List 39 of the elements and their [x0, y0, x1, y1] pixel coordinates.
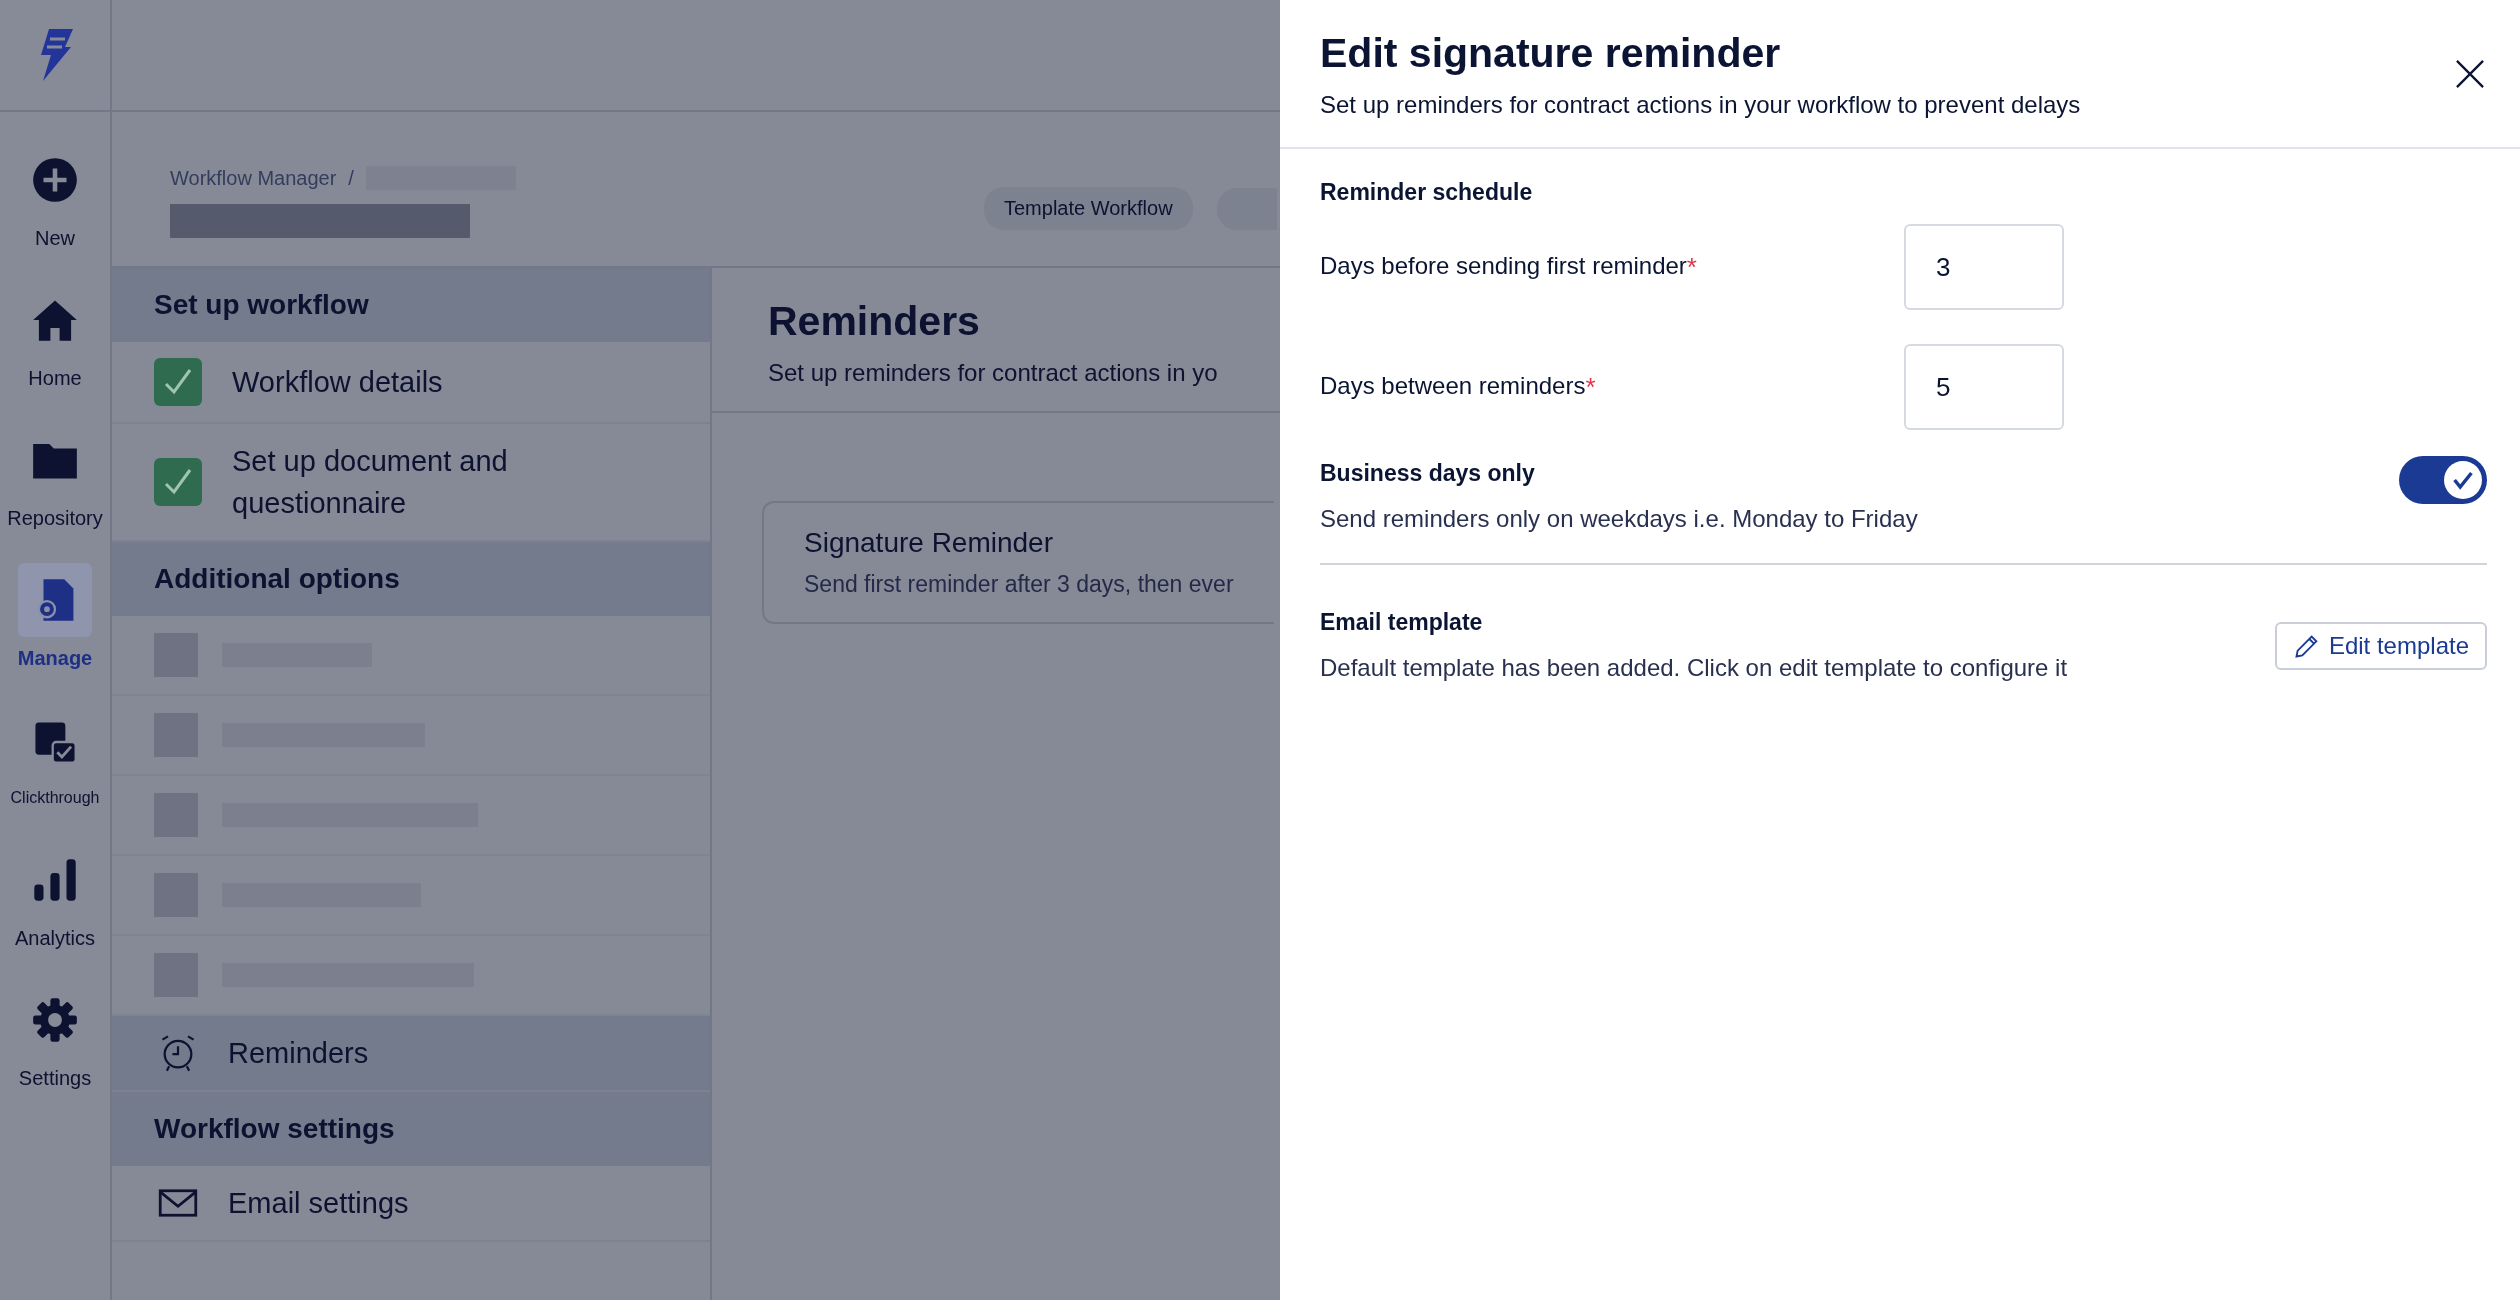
- page-title: Reminders: [768, 298, 981, 345]
- breadcrumb-separator: /: [348, 166, 354, 190]
- document-check-icon: [32, 719, 78, 765]
- bar-chart-icon: [32, 856, 78, 903]
- template-chip: Template Workflow: [984, 187, 1193, 230]
- nav-item[interactable]: New: [0, 140, 110, 252]
- number-field[interactable]: 5: [1904, 344, 2064, 430]
- section-heading: Additional options: [112, 542, 710, 616]
- nav-item[interactable]: Clickthrough: [0, 700, 110, 812]
- setting-description: Default template has been added. Click on edit template to configure it: [1320, 654, 2068, 682]
- setting-title: Email template: [1320, 609, 1484, 636]
- edit-template-button[interactable]: Edit template: [2274, 621, 2487, 670]
- breadcrumb-link[interactable]: Workflow Manager: [170, 166, 337, 190]
- setting-description: Send reminders only on weekdays i.e. Monday to Friday: [1320, 505, 1918, 533]
- nav-item[interactable]: Manage: [0, 560, 110, 672]
- setting-title: Business days only: [1320, 460, 1536, 487]
- section-heading: Reminder schedule: [1320, 179, 1534, 206]
- page-subtitle: Set up reminders for contract actions in yo: [768, 359, 1219, 387]
- drawer-subtitle: Set up reminders for contract actions in your workflow to prevent delays: [1320, 91, 2081, 119]
- nav-item[interactable]: Repository: [0, 420, 110, 532]
- number-field[interactable]: 3: [1904, 224, 2064, 310]
- card-title: Signature Reminder: [804, 527, 1055, 559]
- toggle-switch[interactable]: [2399, 456, 2487, 504]
- drawer-title: Edit signature reminder: [1320, 30, 1782, 77]
- settings-icon: [32, 996, 78, 1043]
- step-item[interactable]: Email settings: [112, 1166, 710, 1242]
- section-heading: Workflow settings: [112, 1092, 710, 1166]
- plus-icon: [32, 156, 78, 203]
- section-heading: Set up workflow: [112, 268, 710, 342]
- field-label: Days between reminders*: [1320, 371, 1597, 403]
- close-icon[interactable]: [2456, 60, 2484, 88]
- step-item[interactable]: Workflow details: [112, 342, 710, 424]
- nav-item[interactable]: Home: [0, 280, 110, 392]
- card-text: Send first reminder after 3 days, then ever: [804, 571, 1234, 598]
- nav-item[interactable]: Analytics: [0, 840, 110, 952]
- nav-item[interactable]: Settings: [0, 980, 110, 1092]
- reminder-card[interactable]: Signature Reminder Send first reminder after 3 days, then ever: [762, 501, 1274, 624]
- step-item[interactable]: Reminders: [112, 1016, 710, 1092]
- field-label: Days before sending first reminder*: [1320, 251, 1698, 283]
